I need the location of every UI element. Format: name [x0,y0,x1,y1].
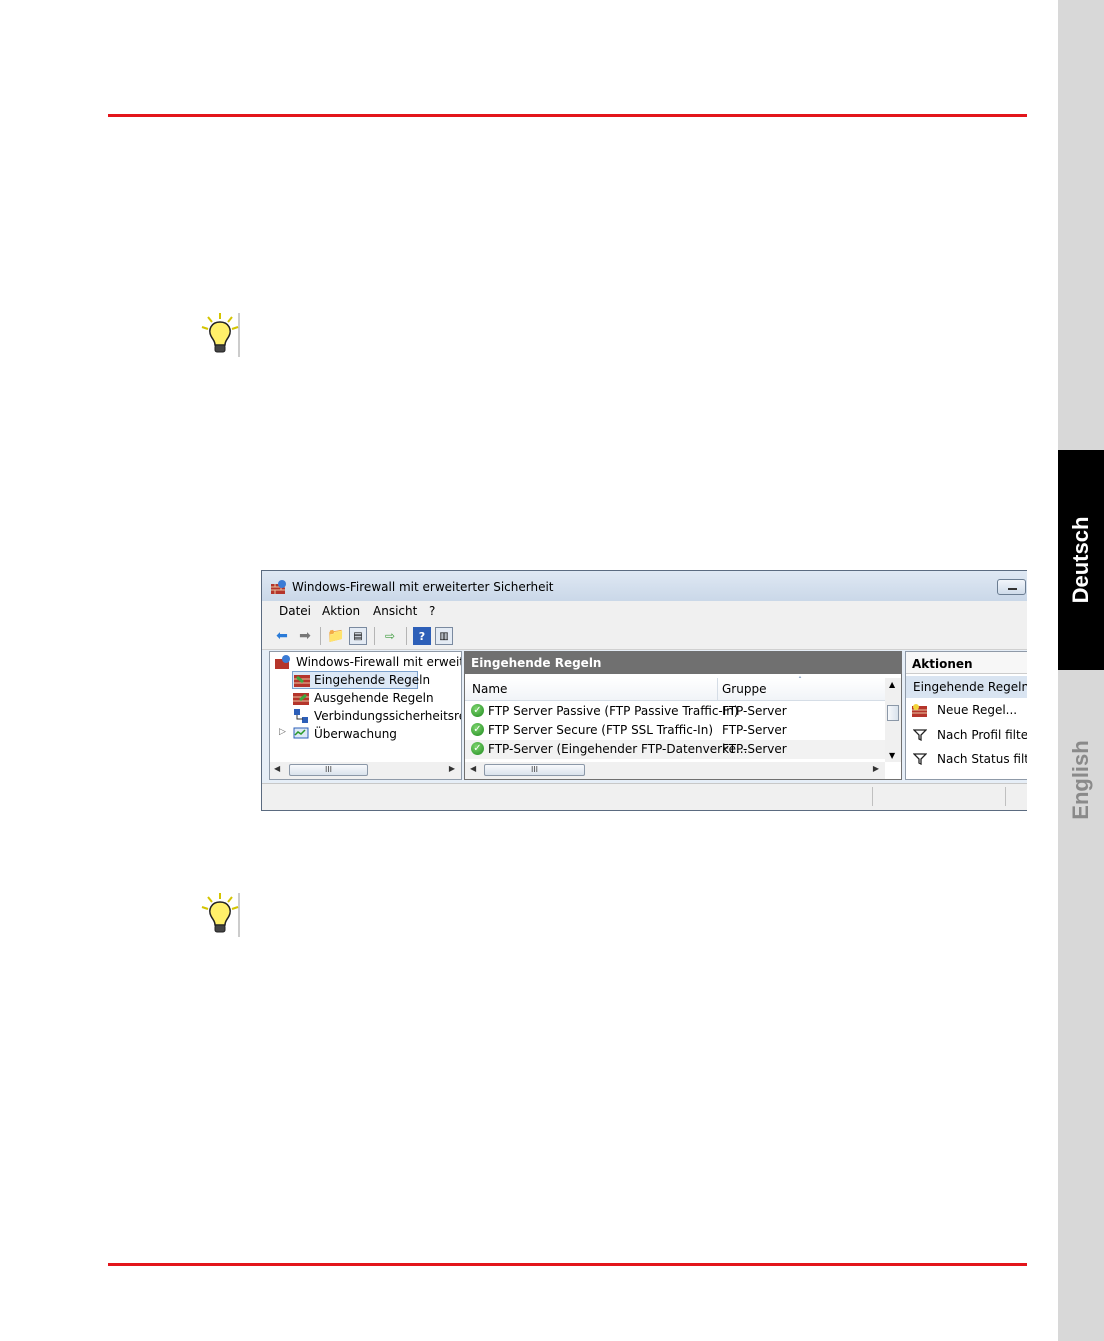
outbound-rules-icon [293,693,309,705]
sort-ascending-icon: ˆ [798,676,802,685]
menu-help[interactable]: ? [429,604,435,618]
help-icon[interactable]: ? [413,627,431,645]
toolbar: ⬅ ➡ 📁 ▤ ⇨ ? ▥ [262,623,1027,650]
tree-root-label: Windows-Firewall mit erweitert [296,655,461,669]
firewall-icon [275,655,290,669]
rules-pane-header: Eingehende Regeln [465,652,901,674]
tree-item-label: Ausgehende Regeln [314,691,434,705]
action-label: Nach Status filtern [937,752,1027,766]
menu-bar: Datei Aktion Ansicht ? [262,601,1027,623]
rule-group: FTP-Server [722,704,787,718]
column-header-row [465,678,885,701]
tree-item-connection-security[interactable]: Verbindungssicherheitsrege [292,707,461,725]
side-tab-blank-top [1058,0,1104,450]
scroll-left-arrow-icon[interactable]: ◀ [470,764,476,773]
new-rule-icon [912,704,927,717]
tree-item-label: Überwachung [314,727,397,741]
actions-header: Aktionen [906,652,1027,674]
rule-name: FTP-Server (Eingehender FTP-Datenverke..… [488,742,748,756]
tab-english-label: English [1068,740,1093,820]
table-row[interactable]: ✓ FTP Server Passive (FTP Passive Traffi… [465,702,885,721]
rules-pane: Eingehende Regeln Name Gruppe ˆ ✓ FTP Se… [464,651,902,780]
tree-item-label: Verbindungssicherheitsrege [314,709,461,723]
rule-name: FTP Server Passive (FTP Passive Traffic-… [488,704,739,718]
expand-arrow-icon[interactable]: ▷ [279,727,286,737]
up-folder-icon[interactable]: 📁 [327,627,345,645]
inbound-rules-icon [294,675,310,687]
connection-security-icon [294,709,308,723]
window-titlebar[interactable]: Windows-Firewall mit erweiterter Sicherh… [262,571,1027,602]
actions-subheader[interactable]: Eingehende Regeln [906,676,1027,698]
filter-icon [913,729,927,741]
scroll-thumb[interactable]: III [289,764,368,776]
menu-datei[interactable]: Datei [279,604,311,618]
table-row[interactable]: ✓ FTP Server Secure (FTP SSL Traffic-In)… [465,721,885,740]
bottom-red-rule [108,1263,1027,1266]
scroll-left-arrow-icon[interactable]: ◀ [274,764,280,773]
rule-group: FTP-Server [722,742,787,756]
scroll-thumb[interactable]: III [484,764,585,776]
tree-item-monitoring[interactable]: ▷ Überwachung [278,725,461,743]
tree-root[interactable]: Windows-Firewall mit erweitert [270,653,461,671]
enabled-check-icon: ✓ [471,742,484,755]
action-filter-by-status[interactable]: Nach Status filtern [906,749,1027,771]
show-hide-action-pane-icon[interactable]: ▥ [435,627,453,645]
window-title: Windows-Firewall mit erweiterter Sicherh… [292,580,554,594]
scroll-thumb[interactable] [887,705,899,721]
tab-deutsch-label: Deutsch [1068,516,1093,604]
rule-name: FTP Server Secure (FTP SSL Traffic-In) [488,723,714,737]
filter-icon [913,753,927,765]
action-label: Nach Profil filtern [937,728,1027,742]
show-hide-console-tree-icon[interactable]: ▤ [349,627,367,645]
tab-english[interactable]: English [1058,670,1104,1341]
actions-pane: Aktionen Eingehende Regeln Neue Regel...… [905,651,1027,780]
firewall-window: Windows-Firewall mit erweiterter Sicherh… [261,570,1027,811]
enabled-check-icon: ✓ [471,704,484,717]
lightbulb-tip-icon [201,893,240,937]
scroll-up-arrow-icon[interactable]: ▲ [889,680,895,689]
menu-aktion[interactable]: Aktion [322,604,360,618]
action-filter-by-profile[interactable]: Nach Profil filtern [906,725,1027,747]
menu-ansicht[interactable]: Ansicht [373,604,417,618]
back-icon[interactable]: ⬅ [273,627,291,645]
tab-deutsch[interactable]: Deutsch [1058,450,1104,670]
firewall-icon [271,580,286,594]
top-red-rule [108,114,1027,117]
export-list-icon[interactable]: ⇨ [381,627,399,645]
minimize-button[interactable] [997,579,1026,595]
scroll-down-arrow-icon[interactable]: ▼ [889,751,895,760]
forward-icon[interactable]: ➡ [296,627,314,645]
tree-item-label: Eingehende Regeln [314,673,431,687]
console-tree-pane: Windows-Firewall mit erweitert Eingehend… [269,651,462,780]
column-header-group[interactable]: Gruppe [722,678,766,700]
rule-group: FTP-Server [722,723,787,737]
tree-item-inbound-rules[interactable]: Eingehende Regeln [292,671,430,689]
lightbulb-tip-icon [201,313,240,357]
status-bar [262,783,1027,810]
monitoring-icon [293,727,309,739]
rules-horizontal-scrollbar[interactable]: ◀ III ▶ [465,762,885,779]
table-row[interactable]: ✓ FTP-Server (Eingehender FTP-Datenverke… [465,740,885,759]
scroll-right-arrow-icon[interactable]: ▶ [873,764,879,773]
action-new-rule[interactable]: Neue Regel... [906,700,1027,722]
tree-horizontal-scrollbar[interactable]: ◀ III ▶ [270,762,461,779]
enabled-check-icon: ✓ [471,723,484,736]
rules-vertical-scrollbar[interactable]: ▲ ▼ [885,678,901,762]
scroll-right-arrow-icon[interactable]: ▶ [449,764,455,773]
action-label: Neue Regel... [937,703,1018,717]
column-header-name[interactable]: Name [472,678,507,700]
tree-item-outbound-rules[interactable]: Ausgehende Regeln [292,689,461,707]
